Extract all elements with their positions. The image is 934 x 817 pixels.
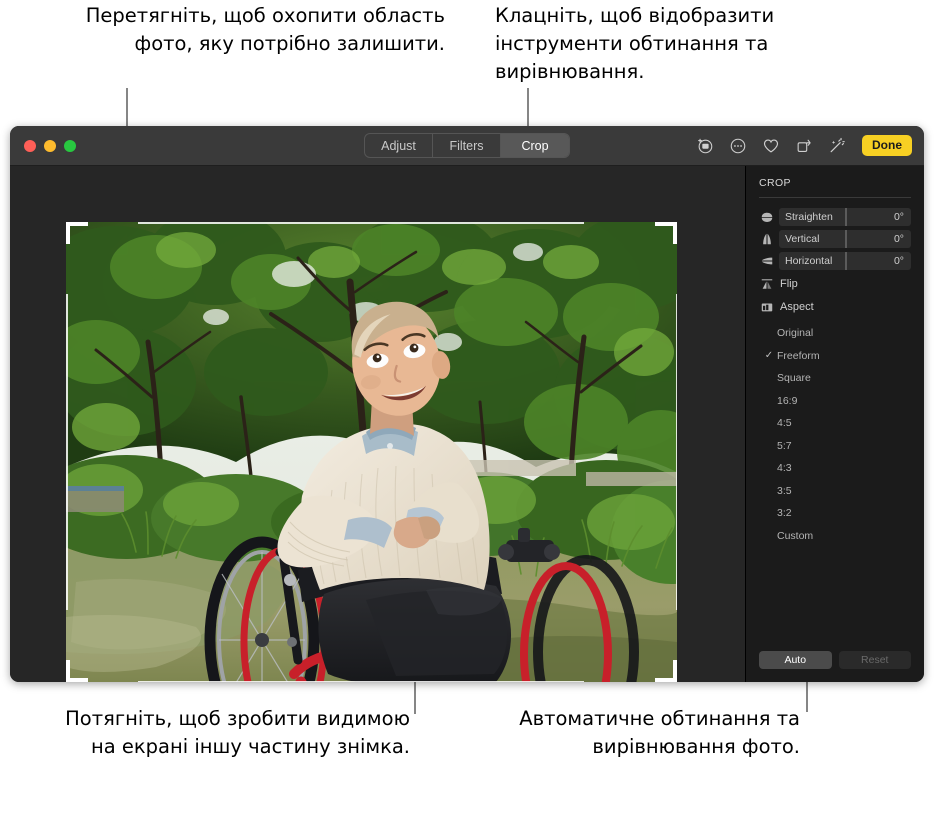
aspect-option-3-2[interactable]: 3:2 bbox=[759, 502, 911, 525]
aspect-option-label: Original bbox=[777, 327, 814, 340]
tab-filters[interactable]: Filters bbox=[433, 134, 501, 157]
aspect-row[interactable]: Aspect bbox=[759, 297, 911, 316]
vertical-icon bbox=[759, 231, 774, 246]
horizontal-value: 0° bbox=[893, 254, 904, 267]
aspect-option-original[interactable]: Original bbox=[759, 322, 911, 345]
slider-midpoint bbox=[845, 207, 847, 226]
auto-button[interactable]: Auto bbox=[759, 651, 832, 669]
aspect-option-label: 16:9 bbox=[777, 394, 798, 407]
crop-action-buttons: Auto Reset bbox=[759, 651, 911, 669]
straighten-value: 0° bbox=[893, 210, 904, 223]
edit-mode-segmented-control[interactable]: Adjust Filters Crop bbox=[364, 133, 570, 158]
crop-edge-right[interactable] bbox=[675, 294, 677, 610]
aspect-option-3-5[interactable]: 3:5 bbox=[759, 480, 911, 503]
more-options-icon[interactable] bbox=[728, 136, 747, 155]
horizontal-slider[interactable]: Horizontal 0° bbox=[779, 251, 911, 270]
traffic-lights bbox=[24, 139, 76, 152]
reset-button[interactable]: Reset bbox=[838, 651, 911, 669]
tab-crop[interactable]: Crop bbox=[501, 134, 569, 157]
horizontal-row[interactable]: Horizontal 0° bbox=[759, 251, 911, 270]
slider-midpoint bbox=[845, 229, 847, 248]
auto-enhance-wand-icon[interactable] bbox=[827, 136, 846, 155]
crop-edge-bottom[interactable] bbox=[138, 680, 584, 682]
vertical-row[interactable]: Vertical 0° bbox=[759, 229, 911, 248]
aspect-option-square[interactable]: Square bbox=[759, 367, 911, 390]
slider-midpoint bbox=[845, 251, 847, 270]
editor-toolbar: Done bbox=[695, 132, 912, 159]
crop-edge-top[interactable] bbox=[138, 222, 584, 224]
vertical-value: 0° bbox=[893, 232, 904, 245]
vertical-label: Vertical bbox=[785, 232, 820, 245]
aspect-icon bbox=[759, 299, 774, 314]
crop-edge-left[interactable] bbox=[66, 294, 68, 610]
aspect-option-custom[interactable]: Custom bbox=[759, 525, 911, 548]
vertical-slider[interactable]: Vertical 0° bbox=[779, 229, 911, 248]
photo-canvas[interactable] bbox=[10, 166, 745, 682]
done-button[interactable]: Done bbox=[862, 135, 912, 156]
crop-sidebar: CROP Straighten 0° Vertical 0° Horizonta… bbox=[745, 166, 924, 682]
aspect-option-label: 4:5 bbox=[777, 417, 792, 430]
straighten-row[interactable]: Straighten 0° bbox=[759, 207, 911, 226]
minimize-window-button[interactable] bbox=[44, 139, 56, 152]
straighten-slider[interactable]: Straighten 0° bbox=[779, 207, 911, 226]
callout-leader-line bbox=[126, 88, 128, 126]
aspect-checkmark-icon: ✓ bbox=[764, 350, 774, 362]
callout-drag-photo: Потягніть, щоб зробити видимою на екрані… bbox=[65, 707, 410, 758]
aspect-option-4-5[interactable]: 4:5 bbox=[759, 412, 911, 435]
flip-icon bbox=[759, 276, 774, 291]
photo-image[interactable] bbox=[66, 222, 677, 682]
callout-crop-tools: Клацніть, щоб відобразити інструменти об… bbox=[495, 4, 775, 83]
aspect-option-label: Freeform bbox=[777, 349, 820, 362]
close-window-button[interactable] bbox=[24, 139, 36, 152]
maximize-window-button[interactable] bbox=[64, 139, 76, 152]
aspect-option-5-7[interactable]: 5:7 bbox=[759, 435, 911, 458]
favorite-heart-icon[interactable] bbox=[761, 136, 780, 155]
revert-to-original-icon[interactable] bbox=[695, 136, 714, 155]
straighten-label: Straighten bbox=[785, 210, 833, 223]
aspect-option-label: Custom bbox=[777, 529, 814, 542]
tab-adjust[interactable]: Adjust bbox=[365, 134, 433, 157]
aspect-option-label: 5:7 bbox=[777, 439, 792, 452]
flip-label: Flip bbox=[780, 277, 798, 290]
callout-auto-crop: Автоматичне обтинання та вирівнювання фо… bbox=[519, 707, 800, 758]
aspect-option-label: 3:5 bbox=[777, 484, 792, 497]
aspect-options-list: Original ✓ Freeform Square 16:9 4:5 5:7 bbox=[759, 322, 911, 547]
photo-crop-viewport[interactable] bbox=[66, 222, 677, 682]
aspect-option-label: 3:2 bbox=[777, 507, 792, 520]
rotate-icon[interactable] bbox=[794, 136, 813, 155]
horizontal-label: Horizontal bbox=[785, 254, 833, 267]
aspect-label: Aspect bbox=[780, 300, 814, 313]
callout-leader-line bbox=[527, 88, 529, 126]
horizontal-icon bbox=[759, 253, 774, 268]
aspect-option-label: Square bbox=[777, 372, 811, 385]
callout-crop-area: Перетягніть, щоб охопити область фото, я… bbox=[85, 4, 445, 55]
flip-row[interactable]: Flip bbox=[759, 274, 911, 293]
photos-editor-window: Adjust Filters Crop Done CROP Straighten… bbox=[10, 126, 924, 682]
aspect-option-label: 4:3 bbox=[777, 462, 792, 475]
aspect-option-16-9[interactable]: 16:9 bbox=[759, 390, 911, 413]
window-titlebar: Adjust Filters Crop Done bbox=[10, 126, 924, 166]
crop-panel-title: CROP bbox=[759, 177, 911, 198]
straighten-icon bbox=[759, 209, 774, 224]
aspect-option-4-3[interactable]: 4:3 bbox=[759, 457, 911, 480]
aspect-option-freeform[interactable]: ✓ Freeform bbox=[759, 345, 911, 368]
